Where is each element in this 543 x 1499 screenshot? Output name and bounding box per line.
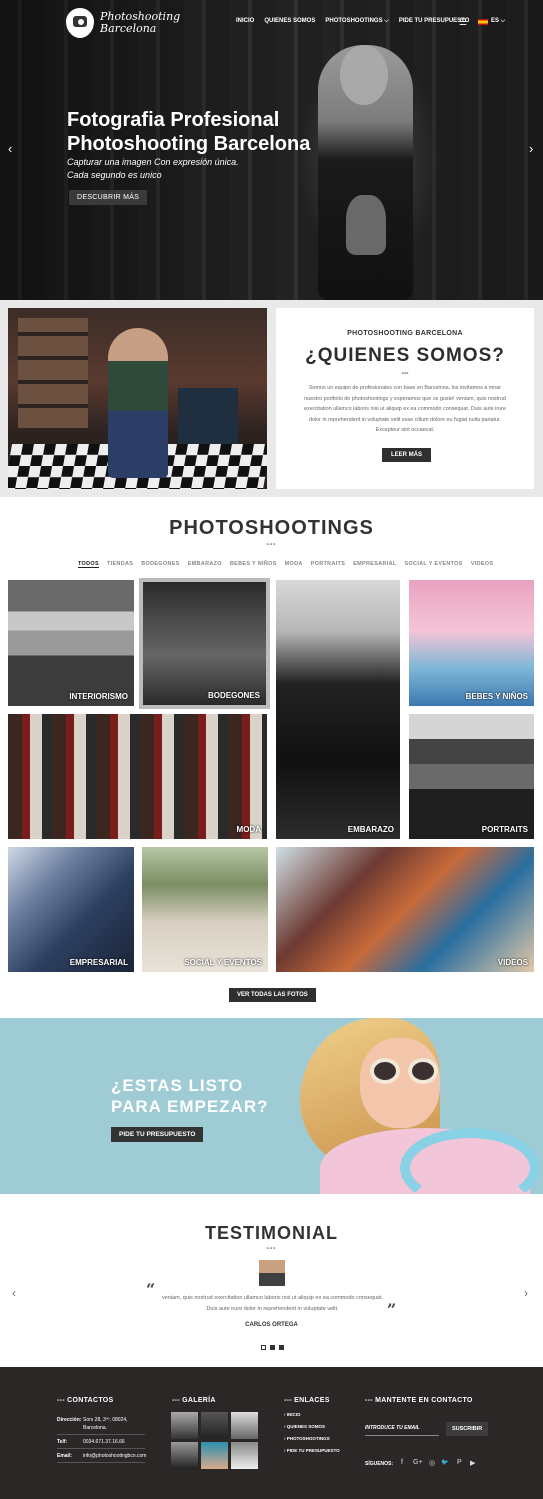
tile-label: BODEGONES [207, 691, 260, 700]
hero-prev-arrow-icon[interactable]: ‹ [8, 141, 12, 156]
presupuesto-button[interactable]: PIDE TU PRESUPUESTO [111, 1127, 204, 1142]
footer-address: Dirección: Sors 28, 3ºº, 08024, Barcelona… [57, 1417, 128, 1431]
filter-empresarial[interactable]: EMPRESARIAL [353, 561, 396, 568]
tile-moda[interactable]: MODA [8, 714, 267, 839]
filter-tiendas[interactable]: TIENDAS [107, 561, 133, 568]
footer-gallery-title: --- GALERÍA [172, 1397, 216, 1404]
nav-photoshootings[interactable]: PHOTOSHOOTINGS ⌵ [325, 18, 388, 25]
filter-bebes[interactable]: BEBES Y NIÑOS [230, 561, 277, 568]
about-section: PHOTOSHOOTING BARCELONA ¿QUIENES SOMOS? … [0, 300, 543, 497]
filter-videos[interactable]: VIDEOS [471, 561, 494, 568]
facebook-icon[interactable]: f [401, 1459, 403, 1466]
tile-videos[interactable]: VIDEOS [276, 847, 534, 972]
spain-flag-icon[interactable] [478, 19, 488, 25]
footer-link-presupuesto[interactable]: › PIDE TU PRESUPUESTO [284, 1448, 340, 1453]
tile-portraits[interactable]: PORTRAITS [409, 714, 534, 839]
footer-phone: Telf: 0034.671.37.16.66 [57, 1439, 125, 1445]
cta-model-image [300, 1018, 543, 1194]
gallery-thumb[interactable] [171, 1442, 198, 1469]
brand-logo[interactable]: Photoshooting Barcelona [100, 11, 190, 35]
gallery-thumb[interactable] [231, 1412, 258, 1439]
hero-model-image [318, 45, 413, 300]
youtube-icon[interactable]: ▶ [470, 1459, 475, 1467]
portfolio-title: PHOTOSHOOTINGS [169, 517, 374, 539]
tile-label: PORTRAITS [481, 825, 528, 834]
about-title: ¿QUIENES SOMOS? [305, 345, 505, 366]
testimonial-author: CARLOS ORTEGA [245, 1322, 298, 1328]
testimonial-divider: --- [266, 1245, 277, 1252]
tile-label: BEBES Y NIÑOS [465, 692, 528, 701]
gallery-thumb[interactable] [201, 1412, 228, 1439]
instagram-icon[interactable]: ◎ [429, 1459, 435, 1467]
about-divider: --- [401, 370, 409, 377]
footer-links-title: --- ENLACES [284, 1397, 330, 1404]
about-body: Somos un equipo de profesionales con bas… [304, 385, 506, 433]
footer-email: Email: info@photoshootingbcn.com [57, 1453, 147, 1459]
tile-label: SOCIAL Y EVENTOS [184, 958, 262, 967]
hero-title: Fotografia Profesional Photoshooting Bar… [67, 109, 311, 155]
nav-quienes-somos[interactable]: QUIENES SOMOS [264, 18, 315, 25]
hamburger-icon[interactable]: ☰ [459, 17, 467, 28]
tile-label: EMBARAZO [347, 825, 394, 834]
filter-portraits[interactable]: PORTRAITS [311, 561, 345, 568]
language-selector[interactable]: ES ⌵ [491, 18, 505, 25]
google-plus-icon[interactable]: G+ [413, 1459, 423, 1466]
subscribe-button[interactable]: SUSCRIBIR [446, 1422, 489, 1436]
filter-todos[interactable]: TODOS [78, 561, 99, 568]
gallery-thumb[interactable] [201, 1442, 228, 1469]
twitter-icon[interactable]: 🐦 [441, 1459, 448, 1466]
hero-slider: Photoshooting Barcelona INICIO QUIENES S… [0, 0, 543, 300]
main-nav: INICIO QUIENES SOMOS PHOTOSHOOTINGS ⌵ PI… [236, 18, 479, 25]
gallery-thumb[interactable] [231, 1442, 258, 1469]
hero-next-arrow-icon[interactable]: › [529, 141, 533, 156]
cta-title: ¿ESTAS LISTO PARA EMPEZAR? [111, 1076, 269, 1116]
tile-bebes[interactable]: BEBES Y NIÑOS [409, 580, 534, 706]
gallery-thumb[interactable] [171, 1412, 198, 1439]
testimonial-pager [261, 1345, 284, 1350]
tile-interiorismo[interactable]: INTERIORISMO [8, 580, 134, 706]
nav-inicio[interactable]: INICIO [236, 18, 254, 25]
pager-dot[interactable] [261, 1345, 266, 1350]
page: Photoshooting Barcelona INICIO QUIENES S… [0, 0, 543, 1499]
pager-dot[interactable] [279, 1345, 284, 1350]
about-card: PHOTOSHOOTING BARCELONA ¿QUIENES SOMOS? … [276, 308, 534, 489]
portfolio-divider: --- [266, 541, 277, 548]
footer-contact-title: --- CONTACTOS [57, 1397, 114, 1404]
filter-embarazo[interactable]: EMBARAZO [188, 561, 222, 568]
filter-bodegones[interactable]: BODEGONES [141, 561, 179, 568]
close-quote-icon: ” [387, 1300, 397, 1319]
newsletter-email-input[interactable]: INTRODUCE TU EMAIL [365, 1423, 439, 1436]
tile-label: MODA [236, 825, 261, 834]
pager-dot[interactable] [270, 1345, 275, 1350]
leer-mas-button[interactable]: LEER MÁS [382, 448, 432, 462]
testimonial-text: veniam, quis nostrud exercitation ullamc… [161, 1295, 384, 1312]
testimonial-avatar [259, 1260, 285, 1286]
footer-newsletter-title: --- MANTENTE EN CONTACTO [365, 1397, 473, 1404]
tile-label: INTERIORISMO [69, 692, 128, 701]
ver-todas-button[interactable]: VER TODAS LAS FOTOS [229, 988, 316, 1002]
about-kicker: PHOTOSHOOTING BARCELONA [347, 330, 463, 337]
pinterest-icon[interactable]: P [457, 1459, 462, 1466]
follow-label: SÍGUENOS: [365, 1461, 394, 1467]
descubrir-button[interactable]: DESCUBRIR MÁS [69, 190, 148, 205]
filter-moda[interactable]: MODA [285, 561, 303, 568]
open-quote-icon: “ [146, 1280, 156, 1299]
tile-label: VIDEOS [497, 958, 528, 967]
testimonial-next-icon[interactable]: › [524, 1286, 528, 1300]
tile-social[interactable]: SOCIAL Y EVENTOS [142, 847, 268, 972]
tile-label: EMPRESARIAL [69, 958, 128, 967]
footer-link-photoshootings[interactable]: › PHOTOSHOOTINGS [284, 1436, 330, 1441]
portfolio-filters: TODOS TIENDAS BODEGONES EMBARAZO BEBES Y… [78, 561, 501, 568]
testimonial-prev-icon[interactable]: ‹ [12, 1286, 16, 1300]
tile-bodegones[interactable]: BODEGONES [139, 578, 270, 709]
filter-social[interactable]: SOCIAL Y EVENTOS [405, 561, 463, 568]
tile-embarazo[interactable]: EMBARAZO [276, 580, 400, 839]
brand-line2: Barcelona [100, 22, 157, 35]
footer-link-inicio[interactable]: › INICIO [284, 1412, 301, 1417]
about-photo [8, 308, 267, 489]
hero-subtitle: Capturar una imagen Con expresión única.… [67, 157, 239, 180]
tile-empresarial[interactable]: EMPRESARIAL [8, 847, 134, 972]
testimonial-title: TESTIMONIAL [205, 1223, 338, 1243]
footer-link-quienes[interactable]: › QUIENES SOMOS [284, 1424, 325, 1429]
